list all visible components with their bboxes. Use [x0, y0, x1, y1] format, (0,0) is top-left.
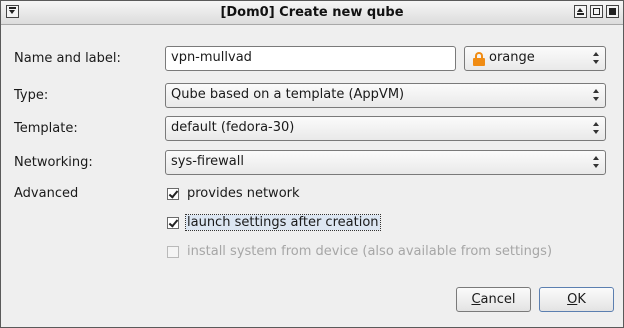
title-bar: [Dom0] Create new qube — [1, 1, 623, 25]
type-label: Type: — [14, 88, 49, 103]
networking-select[interactable]: sys-firewall — [165, 150, 606, 175]
ok-button[interactable]: OK — [539, 287, 614, 312]
provides-network-label[interactable]: provides network — [187, 186, 300, 201]
type-value: Qube based on a template (AppVM) — [171, 87, 405, 102]
install-from-device-checkbox — [167, 246, 179, 258]
updown-arrows-icon — [593, 52, 600, 64]
ok-mnemonic: O — [567, 292, 578, 307]
name-label: Name and label: — [14, 51, 121, 66]
install-from-device-label: install system from device (also availab… — [187, 244, 553, 259]
networking-label: Networking: — [14, 155, 93, 170]
label-color-select[interactable]: orange — [464, 46, 606, 71]
shade-icon[interactable] — [574, 5, 587, 18]
template-value: default (fedora-30) — [171, 120, 295, 135]
provides-network-checkbox[interactable] — [167, 188, 179, 200]
updown-arrows-icon — [593, 89, 600, 101]
launch-settings-checkbox[interactable] — [167, 217, 179, 229]
close-icon[interactable] — [606, 5, 619, 18]
cancel-button[interactable]: Cancel — [456, 287, 531, 312]
cancel-mnemonic: C — [471, 292, 481, 307]
template-label: Template: — [14, 121, 78, 136]
maximize-icon[interactable] — [590, 5, 603, 18]
updown-arrows-icon — [593, 156, 600, 168]
cancel-label-rest: ancel — [480, 292, 516, 307]
window-title: [Dom0] Create new qube — [220, 5, 404, 20]
name-input[interactable]: vpn-mullvad — [165, 46, 456, 71]
launch-settings-label[interactable]: launch settings after creation — [185, 214, 381, 231]
template-select[interactable]: default (fedora-30) — [165, 116, 606, 141]
ok-label-rest: K — [577, 292, 586, 307]
label-color-value: orange — [489, 50, 535, 65]
lock-icon — [472, 52, 486, 66]
advanced-label: Advanced — [14, 186, 79, 201]
networking-value: sys-firewall — [171, 154, 244, 169]
type-select[interactable]: Qube based on a template (AppVM) — [165, 83, 606, 108]
create-qube-dialog: [Dom0] Create new qube Name and label: v… — [0, 0, 624, 328]
updown-arrows-icon — [593, 122, 600, 134]
